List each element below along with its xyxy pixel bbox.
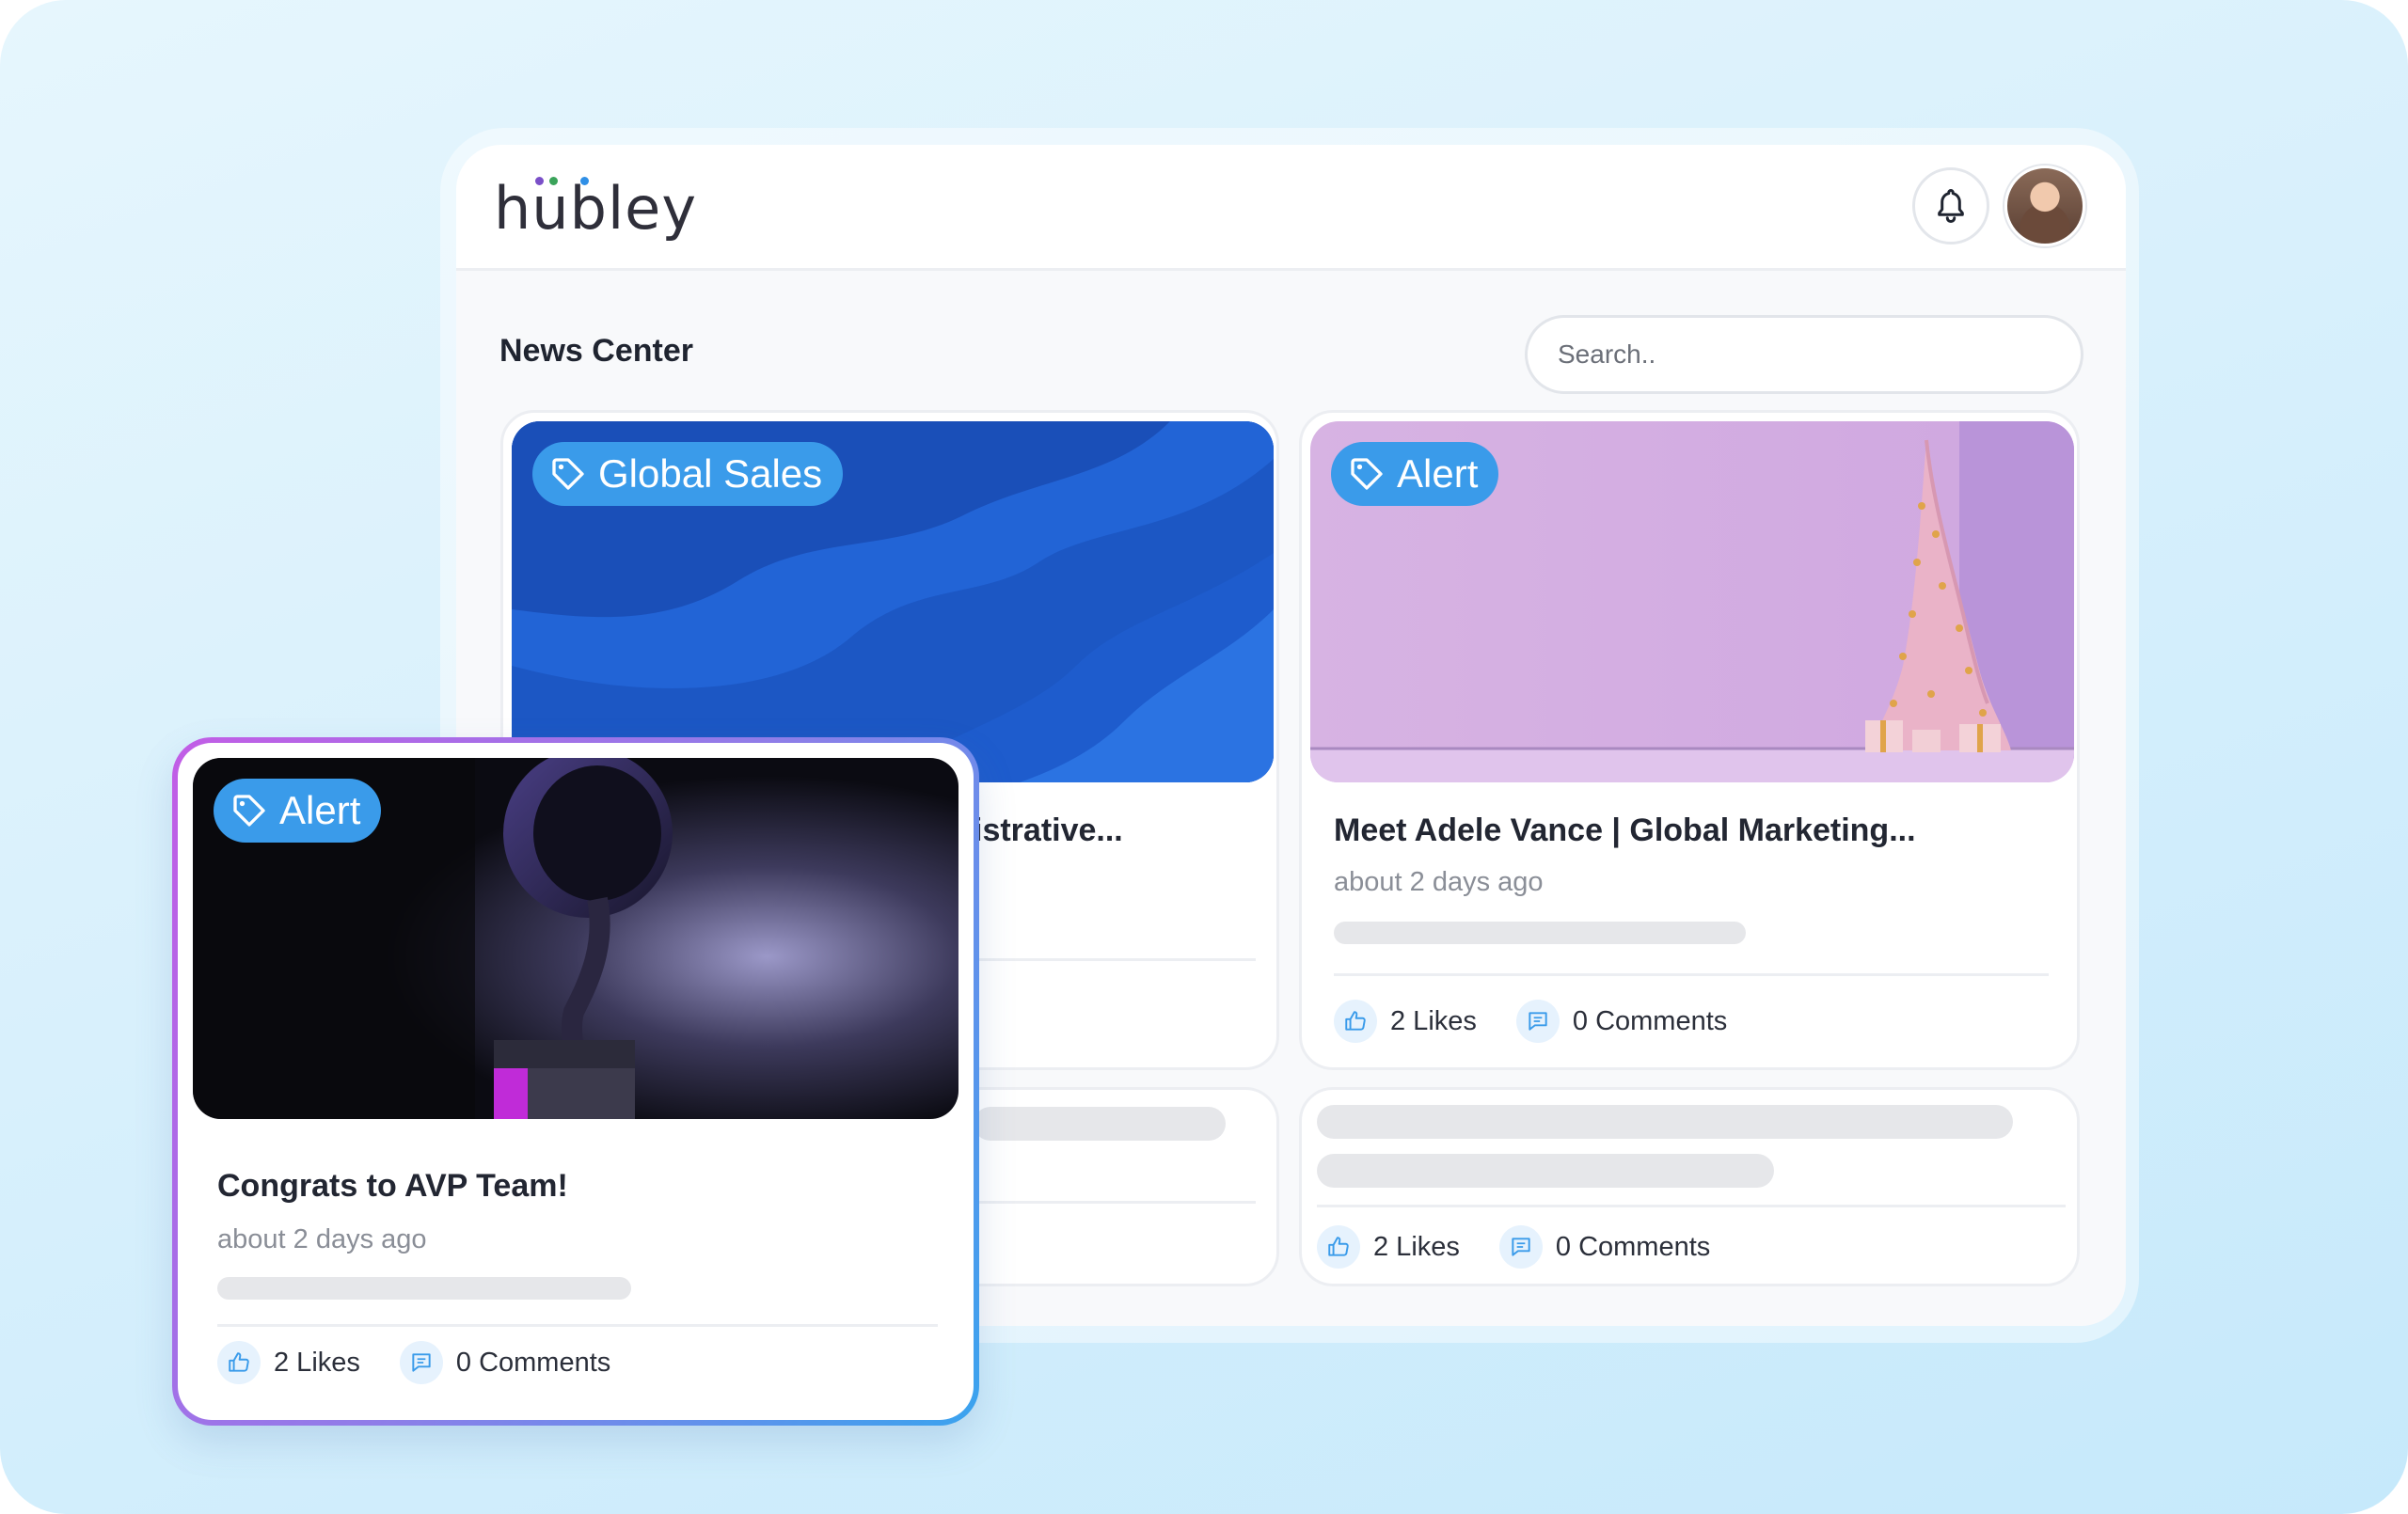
likes-button[interactable]: 2 Likes [217, 1341, 360, 1384]
thumbs-up-icon [1317, 1225, 1360, 1269]
comment-icon [399, 1341, 443, 1384]
thumbs-up-icon [1334, 1000, 1377, 1043]
card-stats: 2 Likes 0 Comments [1334, 1000, 1748, 1043]
card-divider [217, 1324, 938, 1327]
card-stats: 2 Likes 0 Comments [217, 1341, 631, 1384]
skeleton-line [217, 1277, 631, 1300]
card-divider [1317, 1205, 2066, 1207]
tag-label: Global Sales [598, 451, 823, 496]
comments-button[interactable]: 0 Comments [399, 1341, 611, 1384]
user-avatar[interactable] [2004, 166, 2085, 246]
category-tag[interactable]: Global Sales [532, 442, 844, 506]
likes-count: 2 Likes [1373, 1231, 1460, 1262]
comments-count: 0 Comments [455, 1347, 611, 1378]
page-title: News Center [499, 333, 693, 369]
comments-count: 0 Comments [1572, 1005, 1728, 1036]
comments-button[interactable]: 0 Comments [1498, 1225, 1711, 1269]
card-image-award: Alert [193, 758, 958, 1119]
bell-icon [1938, 189, 1964, 223]
tag-icon [1351, 458, 1383, 490]
featured-card-border: Alert Congrats to AVP Team! about 2 days… [172, 737, 979, 1426]
likes-button[interactable]: 2 Likes [1334, 1000, 1477, 1043]
card-divider [974, 1201, 1256, 1204]
tag-label: Alert [1397, 451, 1479, 496]
likes-button[interactable]: 2 Likes [1317, 1225, 1460, 1269]
likes-count: 2 Likes [1390, 1005, 1477, 1036]
card-timestamp: about 2 days ago [217, 1224, 427, 1254]
card-title[interactable]: Congrats to AVP Team! [217, 1168, 568, 1205]
comments-button[interactable]: 0 Comments [1515, 1000, 1728, 1043]
comment-icon [1498, 1225, 1543, 1269]
category-tag[interactable]: Alert [1331, 442, 1499, 506]
card-title[interactable]: istrative... [974, 812, 1123, 849]
card-title[interactable]: Meet Adele Vance | Global Marketing... [1334, 812, 1916, 849]
comments-count: 0 Comments [1555, 1231, 1711, 1262]
card-timestamp: about 2 days ago [1334, 867, 1544, 897]
news-card-loading-2[interactable]: 2 Likes 0 Comments [1299, 1087, 2080, 1286]
tag-label: Alert [279, 788, 361, 832]
top-bar: hubley [456, 145, 2126, 271]
background-stage: hubley News Center Search.. Global Sales… [0, 0, 2408, 1514]
thumbs-up-icon [217, 1341, 261, 1384]
card-divider [974, 958, 1256, 961]
search-input[interactable] [1525, 315, 2083, 394]
category-tag[interactable]: Alert [214, 779, 382, 843]
skeleton-line [1317, 1154, 1774, 1188]
card-image-christmas-tree: Alert [1310, 421, 2074, 782]
logo-text: hubley [494, 174, 698, 243]
tag-icon [233, 795, 265, 827]
card-stats: 2 Likes 0 Comments [1317, 1225, 1731, 1269]
comment-icon [1515, 1000, 1560, 1043]
featured-news-card[interactable]: Alert Congrats to AVP Team! about 2 days… [178, 743, 974, 1420]
skeleton-line [974, 1107, 1226, 1141]
notifications-button[interactable] [1912, 167, 1989, 244]
app-logo[interactable]: hubley [494, 171, 701, 246]
skeleton-line [1317, 1105, 2013, 1139]
tag-icon [552, 458, 584, 490]
likes-count: 2 Likes [274, 1347, 360, 1378]
skeleton-line [1334, 922, 1746, 944]
card-image-blue-waves: Global Sales [512, 421, 1274, 782]
news-card-adele-vance[interactable]: Alert Meet Adele Vance | Global Marketin… [1299, 410, 2080, 1070]
card-divider [1334, 973, 2049, 976]
